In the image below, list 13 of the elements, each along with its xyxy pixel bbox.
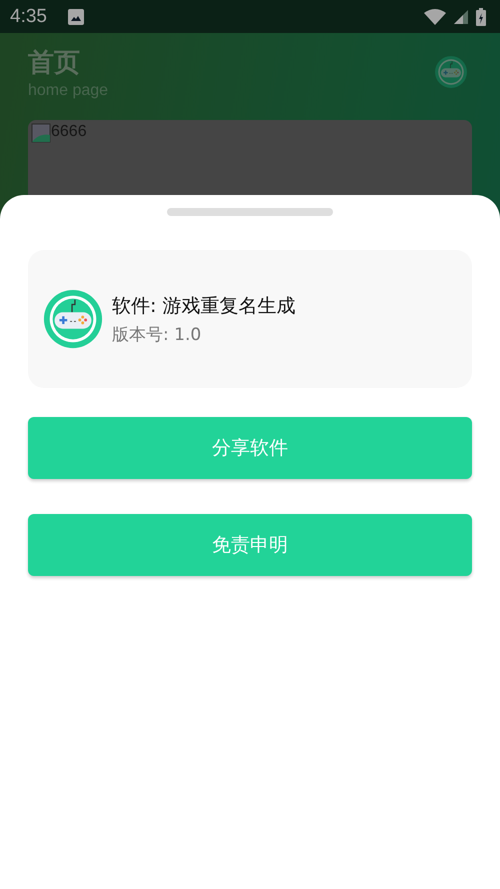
page-title: 首页 [28, 47, 81, 80]
gamepad-icon [42, 288, 104, 350]
image-icon [66, 8, 85, 26]
battery-icon [476, 8, 486, 26]
action-button[interactable]: 分享软件 [28, 417, 472, 479]
broken-image-icon [31, 123, 51, 143]
status-time: 4:35 [10, 6, 47, 28]
drag-handle[interactable] [167, 208, 333, 216]
app-name: 软件: 游戏重复名生成 [112, 294, 296, 318]
signal-icon [454, 10, 468, 24]
wifi-icon [424, 8, 446, 24]
app-version: 版本号: 1.0 [112, 324, 202, 346]
action-button[interactable]: 免责申明 [28, 514, 472, 576]
